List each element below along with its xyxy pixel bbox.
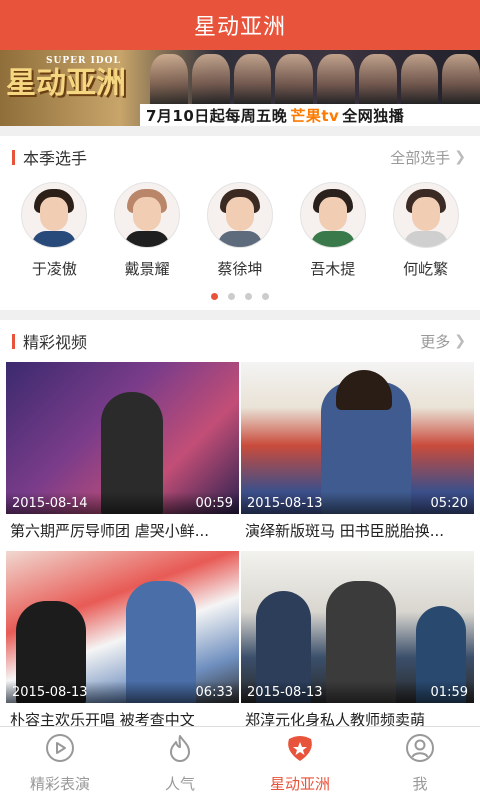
title-accent-bar [12, 333, 15, 349]
videos-title: 精彩视频 [23, 333, 88, 352]
tab-label: 我 [412, 775, 428, 793]
video-duration: 06:33 [195, 684, 233, 700]
app-header: 星动亚洲 [0, 0, 480, 50]
slogan-brand: 芒果tv [290, 106, 340, 125]
video-grid: 2015-08-14 00:59 第六期严厉导师团 虐哭小鲜... 2015-0… [0, 362, 480, 740]
promo-banner[interactable]: 星动亚洲 SUPER IDOL 7月10日起每周五晚 芒果tv 全网独播 [0, 50, 480, 126]
videos-section: 精彩视频 更多 ❯ 2015-08-14 00:59 第六期严厉导师团 虐哭小鲜… [0, 320, 480, 740]
season-players-section: 本季选手 全部选手 ❯ 于凌傲 戴景耀 蔡徐坤 吾木提 何屹繁 [0, 136, 480, 310]
player-name: 何屹繁 [403, 260, 449, 278]
tab-label: 星动亚洲 [269, 775, 330, 793]
player-item[interactable]: 何屹繁 [386, 182, 466, 279]
carousel-dot [262, 293, 269, 300]
player-item[interactable]: 吾木提 [293, 182, 373, 279]
video-meta: 2015-08-13 06:33 [6, 681, 239, 703]
show-logo: 星动亚洲 SUPER IDOL [6, 56, 126, 102]
player-name: 戴景耀 [124, 260, 170, 278]
divider [0, 310, 480, 320]
season-title: 本季选手 [23, 149, 88, 168]
section-title: 精彩视频 [12, 329, 87, 353]
player-avatar [299, 182, 366, 248]
video-title: 第六期严厉导师团 虐哭小鲜... [10, 522, 210, 540]
video-thumbnail: 2015-08-13 01:59 [241, 551, 474, 703]
slogan-prefix: 7月10日起每周五晚 [146, 106, 288, 125]
chevron-right-icon: ❯ [454, 149, 466, 165]
video-thumbnail: 2015-08-14 00:59 [6, 362, 239, 514]
all-players-link[interactable]: 全部选手 ❯ [390, 147, 466, 168]
section-header: 精彩视频 更多 ❯ [0, 320, 480, 362]
all-players-label: 全部选手 [390, 148, 451, 167]
video-duration: 01:59 [430, 684, 468, 700]
players-carousel[interactable]: 于凌傲 戴景耀 蔡徐坤 吾木提 何屹繁 [0, 178, 480, 279]
video-thumbnail: 2015-08-13 06:33 [6, 551, 239, 703]
video-meta: 2015-08-14 00:59 [6, 492, 239, 514]
player-avatar [21, 182, 88, 248]
tab-label: 人气 [164, 775, 195, 793]
video-meta: 2015-08-13 05:20 [241, 492, 474, 514]
slogan-suffix: 全网独播 [342, 106, 405, 125]
player-item[interactable]: 蔡徐坤 [200, 182, 280, 279]
show-logo-subtitle: SUPER IDOL [46, 56, 121, 66]
tab-label: 精彩表演 [29, 775, 90, 793]
carousel-dot [211, 293, 218, 300]
video-date: 2015-08-14 [12, 495, 88, 511]
app-root: 星动亚洲 星动亚洲 SUPER IDOL 7月10日起每周五晚 芒果tv 全网独… [0, 0, 480, 800]
more-videos-link[interactable]: 更多 ❯ [420, 331, 466, 352]
player-item[interactable]: 于凌傲 [14, 182, 94, 279]
tab-performances[interactable]: 精彩表演 [0, 727, 120, 800]
video-duration: 00:59 [195, 495, 233, 511]
player-name: 于凌傲 [31, 260, 77, 278]
player-name: 吾木提 [310, 260, 356, 278]
video-thumbnail: 2015-08-13 05:20 [241, 362, 474, 514]
carousel-dot [228, 293, 235, 300]
section-title: 本季选手 [12, 145, 87, 169]
player-name: 蔡徐坤 [217, 260, 263, 278]
video-card[interactable]: 2015-08-13 05:20 演绎新版斑马 田书臣脱胎换... [241, 362, 474, 545]
player-avatar [392, 182, 459, 248]
section-header: 本季选手 全部选手 ❯ [0, 136, 480, 178]
banner-slogan: 7月10日起每周五晚 芒果tv 全网独播 [140, 104, 480, 126]
video-card[interactable]: 2015-08-13 01:59 郑淳元化身私人教师频卖萌 [241, 551, 474, 734]
show-logo-text: 星动亚洲 [6, 66, 126, 101]
player-avatar [206, 182, 273, 248]
carousel-dot [245, 293, 252, 300]
player-avatar [114, 182, 181, 248]
user-icon [405, 733, 435, 773]
video-date: 2015-08-13 [247, 495, 323, 511]
play-circle-icon [45, 733, 75, 773]
star-badge-icon [285, 733, 315, 773]
divider [0, 126, 480, 136]
video-meta: 2015-08-13 01:59 [241, 681, 474, 703]
title-accent-bar [12, 149, 15, 165]
page-title: 星动亚洲 [193, 15, 286, 40]
chevron-right-icon: ❯ [454, 333, 466, 349]
banner-cast-image [150, 54, 480, 104]
tab-popularity[interactable]: 人气 [120, 727, 240, 800]
tab-home[interactable]: 星动亚洲 [240, 727, 360, 800]
video-date: 2015-08-13 [247, 684, 323, 700]
video-date: 2015-08-13 [12, 684, 88, 700]
carousel-indicator [0, 279, 480, 310]
more-videos-label: 更多 [420, 332, 451, 351]
video-duration: 05:20 [430, 495, 468, 511]
flame-icon [165, 733, 195, 773]
player-item[interactable]: 戴景耀 [107, 182, 187, 279]
tab-me[interactable]: 我 [360, 727, 480, 800]
video-card[interactable]: 2015-08-14 00:59 第六期严厉导师团 虐哭小鲜... [6, 362, 239, 545]
video-card[interactable]: 2015-08-13 06:33 朴容主欢乐开唱 被考查中文 [6, 551, 239, 734]
bottom-tab-bar: 精彩表演 人气 星动亚洲 我 [0, 726, 480, 800]
video-title: 演绎新版斑马 田书臣脱胎换... [245, 522, 445, 540]
